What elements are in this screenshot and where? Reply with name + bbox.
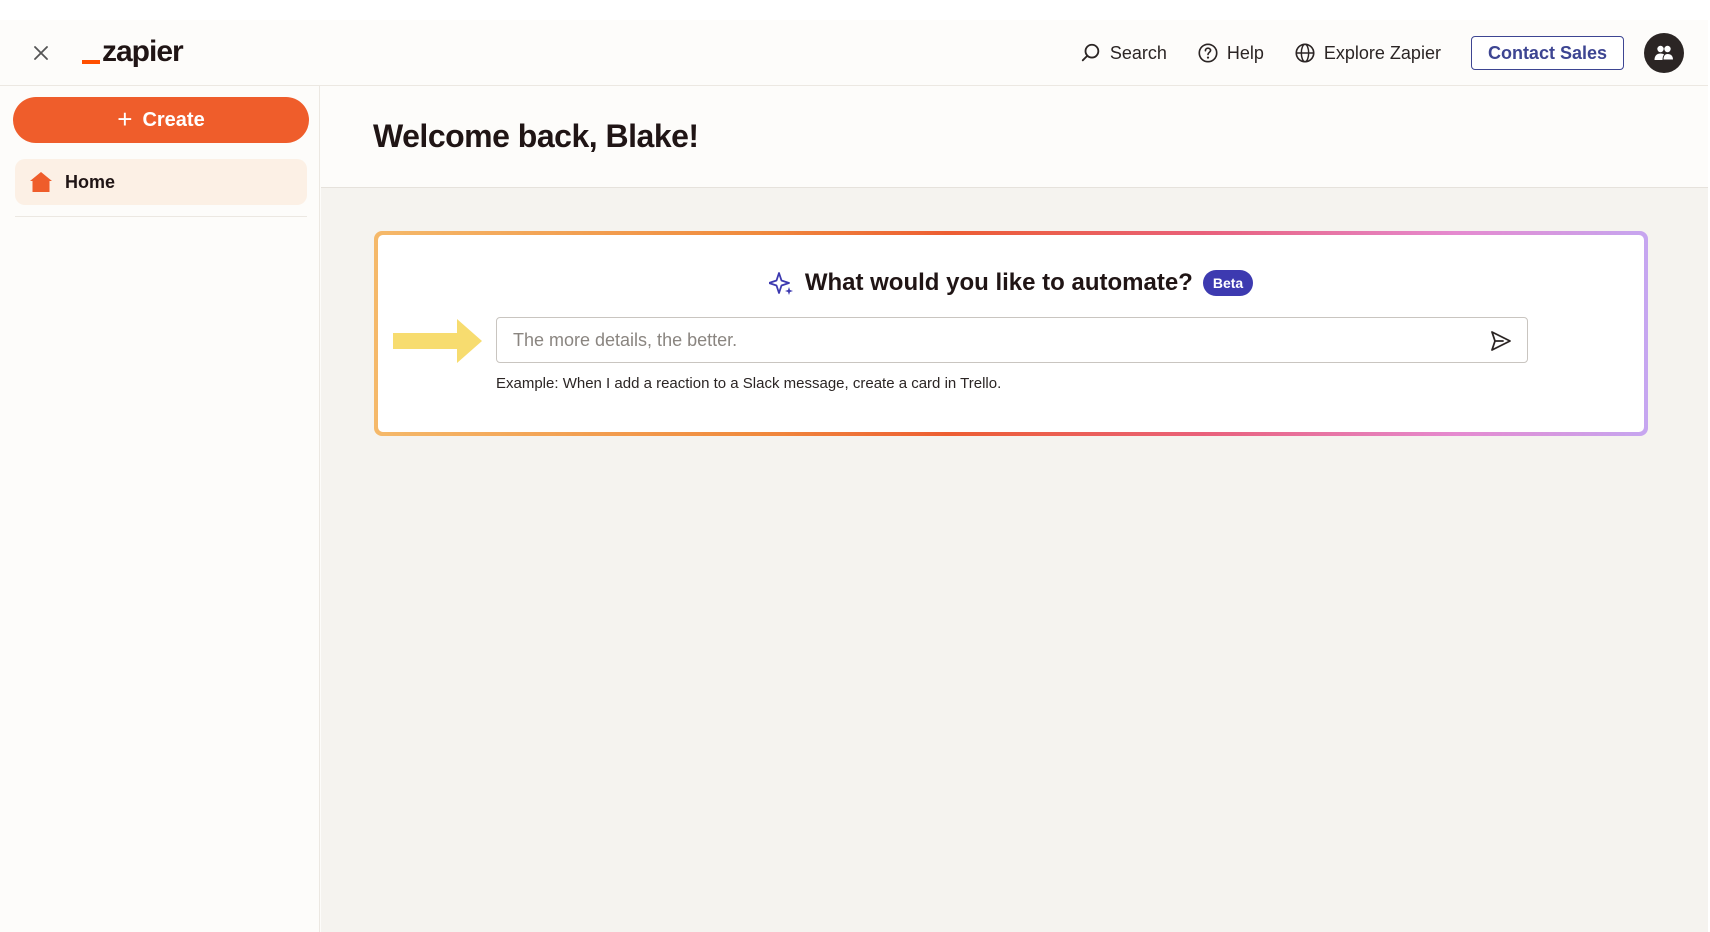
plus-icon: + (117, 104, 133, 134)
arrow-icon (393, 319, 482, 363)
create-button[interactable]: + Create (13, 97, 309, 143)
prompt-example: Example: When I add a reaction to a Slac… (496, 375, 1002, 392)
sidebar-item-home[interactable]: Home (15, 159, 307, 205)
user-group-icon (1654, 45, 1675, 61)
ai-title-row: What would you like to automate? Beta (378, 269, 1644, 297)
home-icon (30, 172, 52, 192)
app-window: zapier Search Help Explore Zapier Contac… (0, 20, 1708, 932)
close-icon[interactable] (30, 42, 52, 64)
help-link[interactable]: Help (1197, 42, 1264, 64)
top-bar: zapier Search Help Explore Zapier Contac… (0, 20, 1708, 86)
beta-badge: Beta (1202, 270, 1254, 296)
automation-prompt-input[interactable]: The more details, the better. (496, 317, 1528, 363)
logo-text: zapier (102, 35, 184, 68)
explore-zapier-link[interactable]: Explore Zapier (1294, 42, 1441, 64)
contact-sales-button[interactable]: Contact Sales (1470, 36, 1624, 70)
ai-title: What would you like to automate? (804, 269, 1193, 296)
ai-automate-card: What would you like to automate? Beta Th… (374, 231, 1648, 436)
explore-label: Explore Zapier (1323, 42, 1441, 63)
main-content: Welcome back, Blake! What would you like… (321, 86, 1708, 932)
search-icon (1081, 43, 1100, 62)
page-title: Welcome back, Blake! (373, 118, 699, 154)
sparkle-icon (768, 272, 793, 295)
logo-underscore (82, 60, 100, 64)
create-label: Create (142, 108, 205, 131)
ai-card-inner: What would you like to automate? Beta Th… (378, 235, 1644, 432)
prompt-placeholder: The more details, the better. (513, 329, 738, 350)
search-label: Search (1109, 42, 1167, 63)
send-icon[interactable] (1489, 329, 1513, 353)
globe-icon (1295, 43, 1315, 63)
avatar[interactable] (1644, 33, 1684, 73)
top-nav: Search Help Explore Zapier Contact Sales (1080, 33, 1684, 73)
sidebar: + Create Home (0, 86, 320, 932)
welcome-header: Welcome back, Blake! (321, 86, 1708, 188)
zapier-logo[interactable]: zapier (82, 34, 184, 70)
sidebar-divider (15, 216, 307, 217)
help-icon (1198, 43, 1218, 63)
sidebar-item-label: Home (65, 171, 116, 192)
search-link[interactable]: Search (1080, 42, 1167, 64)
help-label: Help (1226, 42, 1264, 63)
